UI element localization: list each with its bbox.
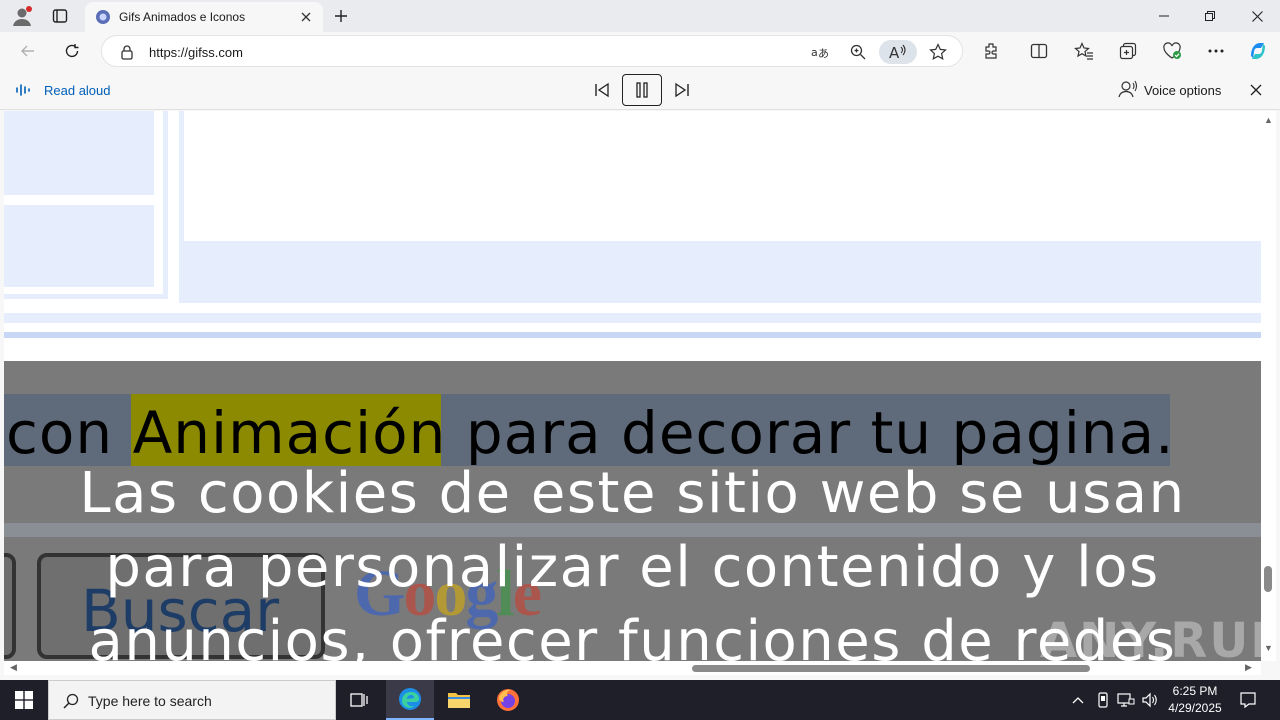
favorites-icon[interactable] bbox=[1070, 37, 1098, 65]
read-aloud-toolbar-icon[interactable]: A bbox=[879, 40, 917, 64]
url-field[interactable]: https://gifss.com aあ A bbox=[101, 35, 963, 67]
vertical-scroll-thumb[interactable] bbox=[1264, 566, 1272, 592]
address-bar: https://gifss.com aあ A bbox=[0, 32, 1280, 70]
clock-time: 6:25 PM bbox=[1172, 684, 1218, 698]
tab-gifss[interactable]: Gifs Animados e Iconos bbox=[85, 2, 323, 32]
tray-chevron-up-icon[interactable] bbox=[1068, 690, 1088, 710]
pause-button[interactable] bbox=[622, 74, 662, 106]
site-favicon-icon bbox=[95, 9, 111, 25]
next-paragraph-icon[interactable] bbox=[668, 77, 696, 103]
lock-icon[interactable] bbox=[118, 43, 136, 61]
scroll-right-icon[interactable]: ▶ bbox=[1245, 662, 1252, 673]
svg-text:a: a bbox=[811, 46, 818, 59]
file-explorer-icon[interactable] bbox=[435, 680, 483, 720]
page-viewport[interactable]: con Animación para decorar tu pagina. Bu… bbox=[4, 111, 1261, 661]
horizontal-scroll-thumb[interactable] bbox=[692, 665, 1090, 672]
cookie-line: Las cookies de este sitio web se usan bbox=[79, 461, 1186, 526]
profile-icon[interactable] bbox=[10, 4, 34, 28]
volume-icon[interactable] bbox=[1140, 690, 1160, 710]
voice-options-button[interactable]: Voice options bbox=[1118, 80, 1221, 100]
voice-options-label: Voice options bbox=[1144, 82, 1222, 98]
close-window-icon[interactable] bbox=[1234, 0, 1280, 32]
translate-icon[interactable]: aあ bbox=[808, 40, 832, 64]
scroll-up-icon[interactable]: ▲ bbox=[1264, 115, 1273, 125]
notifications-icon[interactable] bbox=[1238, 690, 1258, 710]
divider-line bbox=[4, 332, 1261, 338]
minimize-icon[interactable] bbox=[1141, 0, 1187, 32]
edge-taskbar-icon[interactable] bbox=[386, 680, 434, 720]
collections-icon[interactable] bbox=[1114, 37, 1142, 65]
tab-close-icon[interactable] bbox=[297, 8, 315, 26]
tab-actions-icon[interactable] bbox=[48, 4, 72, 28]
copilot-icon[interactable] bbox=[1244, 37, 1272, 65]
read-aloud-wave-icon bbox=[14, 80, 34, 100]
zoom-icon[interactable] bbox=[846, 40, 870, 64]
search-icon bbox=[61, 691, 81, 711]
split-screen-icon[interactable] bbox=[1025, 37, 1053, 65]
system-clock[interactable]: 6:25 PM 4/29/2025 bbox=[1160, 683, 1230, 717]
scroll-down-icon[interactable]: ▼ bbox=[1264, 643, 1273, 653]
network-icon[interactable] bbox=[1116, 690, 1136, 710]
clock-date: 4/29/2025 bbox=[1168, 701, 1222, 715]
more-options-icon[interactable] bbox=[1202, 37, 1230, 65]
taskbar: Type here to search 6:25 PM 4/29/2025 bbox=[0, 680, 1280, 720]
content-frame bbox=[4, 111, 168, 299]
read-aloud-label: Read aloud bbox=[44, 83, 111, 98]
scroll-left-icon[interactable]: ◀ bbox=[10, 662, 17, 673]
cookie-overlay: con Animación para decorar tu pagina. Bu… bbox=[4, 361, 1261, 661]
svg-text:あ: あ bbox=[818, 47, 829, 60]
voice-person-icon bbox=[1118, 80, 1138, 101]
refresh-icon[interactable] bbox=[58, 37, 86, 65]
extensions-icon[interactable] bbox=[977, 37, 1005, 65]
previous-paragraph-icon[interactable] bbox=[588, 77, 616, 103]
divider-line bbox=[4, 313, 1261, 323]
firefox-icon[interactable] bbox=[484, 680, 532, 720]
content-panel bbox=[184, 111, 1261, 241]
taskbar-search[interactable]: Type here to search bbox=[48, 680, 336, 720]
windows-start-icon[interactable] bbox=[0, 680, 48, 720]
browser-essentials-icon[interactable] bbox=[1158, 37, 1186, 65]
back-icon[interactable] bbox=[14, 37, 42, 65]
content-banner bbox=[179, 111, 1261, 303]
svg-text:A: A bbox=[889, 44, 900, 60]
title-bar: Gifs Animados e Iconos bbox=[0, 0, 1280, 32]
close-read-aloud-icon[interactable] bbox=[1244, 78, 1268, 102]
tray-device-icon[interactable] bbox=[1093, 690, 1113, 710]
cookie-line: para personalizar el contenido y los bbox=[105, 535, 1160, 600]
search-placeholder: Type here to search bbox=[88, 693, 212, 709]
restore-icon[interactable] bbox=[1187, 0, 1233, 32]
tab-title: Gifs Animados e Iconos bbox=[119, 10, 246, 24]
anyrun-watermark: ANY.RUN bbox=[1040, 613, 1261, 661]
task-view-icon[interactable] bbox=[336, 680, 384, 720]
new-tab-icon[interactable] bbox=[330, 4, 352, 28]
url-text: https://gifss.com bbox=[149, 45, 243, 60]
read-aloud-bar: Read aloud Voice options bbox=[0, 70, 1280, 110]
favorite-star-icon[interactable] bbox=[926, 40, 950, 64]
